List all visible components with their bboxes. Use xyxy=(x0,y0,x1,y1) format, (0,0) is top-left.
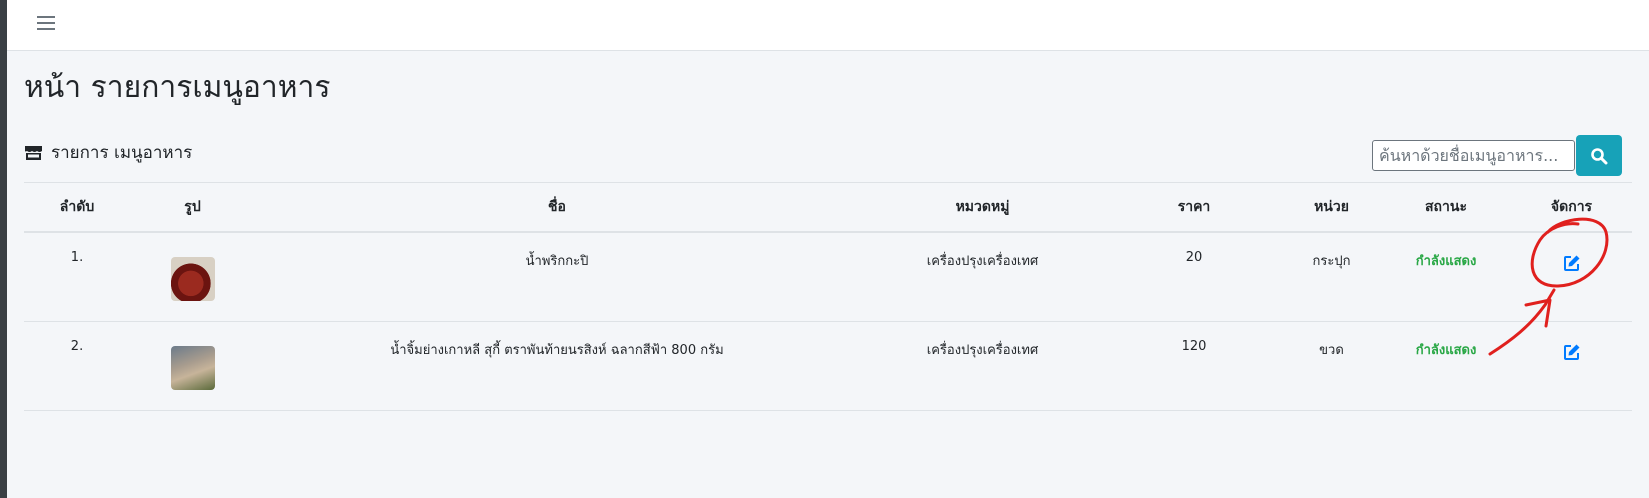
hamburger-icon xyxy=(37,16,55,30)
top-navbar xyxy=(7,0,1649,51)
row-no: 2. xyxy=(24,321,130,411)
row-category: เครื่องปรุงเครื่องเทศ xyxy=(859,321,1106,411)
edit-icon xyxy=(1563,344,1579,360)
search-icon xyxy=(1591,147,1608,164)
header-price: ราคา xyxy=(1106,182,1282,233)
row-actions xyxy=(1511,321,1632,411)
row-image-cell xyxy=(130,321,255,411)
status-badge: กำลังแสดง xyxy=(1381,321,1511,411)
row-image-cell xyxy=(130,232,255,322)
row-price: 120 xyxy=(1106,321,1282,411)
search-button[interactable] xyxy=(1576,135,1622,176)
table-row: 2. น้ำจิ้มย่างเกาหลี สุกี้ ตราพันท้ายนรส… xyxy=(24,321,1632,411)
hamburger-menu-button[interactable] xyxy=(31,8,61,38)
page-title: หน้า รายการเมนูอาหาร xyxy=(24,70,331,105)
edit-button[interactable] xyxy=(1559,339,1585,365)
row-name: น้ำพริกกะปิ xyxy=(255,232,859,322)
window-left-edge xyxy=(0,0,7,498)
edit-button[interactable] xyxy=(1559,250,1585,276)
menu-table: ลำดับ รูป ชื่อ หมวดหมู่ ราคา หน่วย สถานะ… xyxy=(24,182,1632,411)
card-header-title: รายการ เมนูอาหาร xyxy=(51,143,193,163)
row-unit: กระปุก xyxy=(1282,232,1381,322)
card-header: รายการ เมนูอาหาร xyxy=(24,139,192,166)
table-row: 1. น้ำพริกกะปิ เครื่องปรุงเครื่องเทศ 20 … xyxy=(24,232,1632,322)
status-badge: กำลังแสดง xyxy=(1381,232,1511,322)
header-image: รูป xyxy=(130,182,255,233)
row-category: เครื่องปรุงเครื่องเทศ xyxy=(859,232,1106,322)
row-no: 1. xyxy=(24,232,130,322)
header-status: สถานะ xyxy=(1381,182,1511,233)
table-header-row: ลำดับ รูป ชื่อ หมวดหมู่ ราคา หน่วย สถานะ… xyxy=(24,182,1632,233)
food-image xyxy=(170,346,215,390)
row-actions xyxy=(1511,232,1632,322)
food-image xyxy=(170,257,215,301)
header-category: หมวดหมู่ xyxy=(859,182,1106,233)
edit-icon xyxy=(1563,255,1579,271)
row-price: 20 xyxy=(1106,232,1282,322)
row-name: น้ำจิ้มย่างเกาหลี สุกี้ ตราพันท้ายนรสิงห… xyxy=(255,321,859,411)
header-unit: หน่วย xyxy=(1282,182,1381,233)
store-icon xyxy=(25,146,42,160)
row-unit: ขวด xyxy=(1282,321,1381,411)
header-no: ลำดับ xyxy=(24,182,130,233)
search-input[interactable] xyxy=(1372,140,1575,171)
header-actions: จัดการ xyxy=(1511,182,1632,233)
header-name: ชื่อ xyxy=(255,182,859,233)
search-group xyxy=(1372,135,1622,176)
